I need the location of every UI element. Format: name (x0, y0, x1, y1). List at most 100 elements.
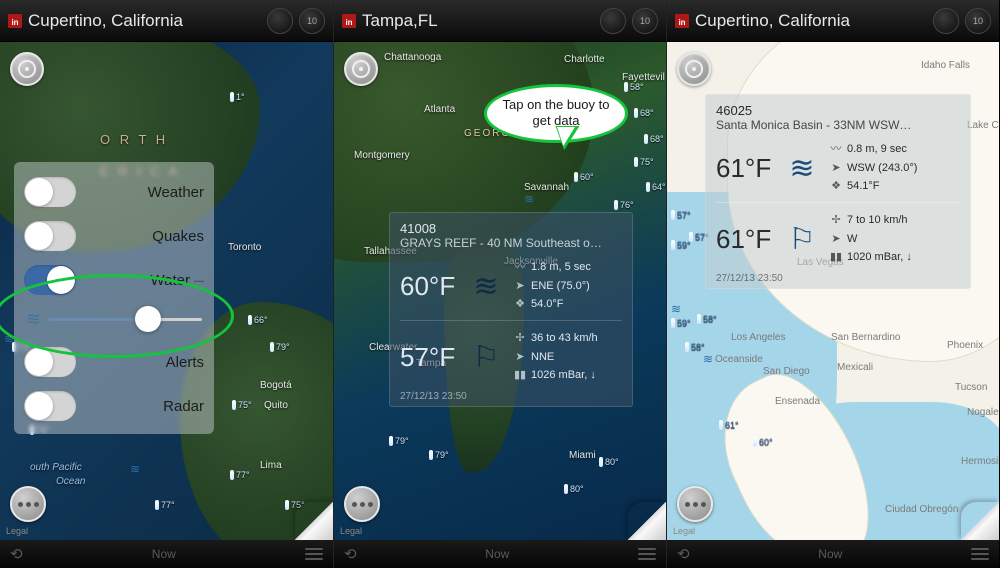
toggle-alerts[interactable] (24, 347, 76, 377)
page-curl[interactable] (295, 502, 333, 540)
temp-marker: 64° (646, 182, 666, 192)
map-label: Mexicali (837, 362, 873, 373)
wave-dir: WSW (243.0°) (847, 159, 917, 178)
waveform-icon: 〰 (514, 258, 526, 277)
location-title[interactable]: Tampa,FL (362, 11, 594, 31)
pressure: 1020 mBar, ↓ (847, 248, 912, 267)
buoy-water-section: 61°F ≋ 〰0.8 m, 9 sec ➤WSW (243.0°) ❖54.1… (716, 140, 960, 196)
wave-icon: ≋ (468, 269, 504, 304)
page-curl[interactable] (961, 502, 999, 540)
locate-button[interactable] (344, 52, 378, 86)
wind-dir: W (847, 230, 857, 249)
compass-icon: ➤ (514, 348, 526, 367)
temp-marker: 58° (624, 82, 644, 92)
temp-marker: 68° (634, 108, 654, 118)
temp-marker: 77° (230, 470, 250, 480)
legal-link[interactable]: Legal (340, 526, 362, 536)
layer-row-radar[interactable]: Radar (24, 384, 204, 428)
toggle-radar[interactable] (24, 391, 76, 421)
layer-row-weather[interactable]: Weather (24, 170, 204, 214)
layer-row-water[interactable]: Water– (24, 258, 204, 302)
locate-button[interactable] (677, 52, 711, 86)
temp-marker: 80° (599, 457, 619, 467)
droplet-icon: ❖ (830, 177, 842, 196)
layer-label: Quakes (152, 228, 204, 245)
water-opacity-slider[interactable]: ≋ (24, 302, 204, 340)
location-title[interactable]: Cupertino, California (28, 11, 261, 31)
buoy-water-section: 60°F ≋ 〰1.8 m, 5 sec ➤ENE (75.0°) ❖54.0°… (400, 258, 622, 314)
wave-icon: ≋ (784, 151, 820, 186)
toggle-quakes[interactable] (24, 221, 76, 251)
footer-now-label[interactable]: Now (818, 547, 842, 561)
calendar-dial-icon[interactable]: 10 (632, 8, 658, 34)
legal-link[interactable]: Legal (6, 526, 28, 536)
toggle-weather[interactable] (24, 177, 76, 207)
slider-thumb[interactable] (135, 306, 161, 332)
map[interactable]: O R T H E R I C A Toronto Bogotá Quito L… (0, 42, 333, 540)
layer-row-alerts[interactable]: Alerts (24, 340, 204, 384)
clock-dial-icon[interactable] (933, 8, 959, 34)
location-title[interactable]: Cupertino, California (695, 11, 927, 31)
layer-row-quakes[interactable]: Quakes (24, 214, 204, 258)
brand-icon: in (8, 14, 22, 28)
wind-speed: 36 to 43 km/h (531, 329, 598, 348)
toggle-water[interactable] (24, 265, 76, 295)
wind-icon: ✢ (830, 211, 842, 230)
legal-link[interactable]: Legal (673, 526, 695, 536)
temp-marker: 61° (719, 420, 739, 430)
footer-bar: ⟲ Now (0, 540, 333, 568)
menu-icon[interactable] (971, 548, 989, 560)
page-curl[interactable] (628, 502, 666, 540)
wind-dir: NNE (531, 348, 554, 367)
clock-dial-icon[interactable] (267, 8, 293, 34)
buoy-timestamp: 27/12/13 23:50 (400, 391, 622, 402)
calendar-dial-icon[interactable]: 10 (965, 8, 991, 34)
pressure-icon: ▮▮ (830, 248, 842, 267)
tutorial-bubble: Tap on the buoy to get data (484, 84, 628, 143)
wave-metric: 0.8 m, 9 sec (847, 140, 907, 159)
buoy-name: Santa Monica Basin - 33NM WSW… (716, 118, 960, 132)
buoy-card[interactable]: 41008 GRAYS REEF - 40 NM Southeast o… 60… (389, 212, 633, 407)
menu-icon[interactable] (638, 548, 656, 560)
map[interactable]: Chattanooga Charlotte Fayettevil Atlanta… (334, 42, 666, 540)
buoy-id: 41008 (400, 221, 622, 236)
compass-icon: ➤ (830, 159, 842, 178)
temp-marker: 68° (644, 134, 664, 144)
menu-icon[interactable] (305, 548, 323, 560)
wind-speed: 7 to 10 km/h (847, 211, 908, 230)
more-button[interactable] (10, 486, 46, 522)
more-button[interactable] (677, 486, 713, 522)
temp-marker: 60° (574, 172, 594, 182)
brand-icon: in (342, 14, 356, 28)
temp-marker: 80° (564, 484, 584, 494)
footer-now-label[interactable]: Now (152, 547, 176, 561)
layer-label: Water– (151, 270, 204, 291)
water-temp: 60°F (400, 271, 458, 302)
buoy-timestamp: 27/12/13 23:50 (716, 273, 960, 284)
water-temp: 61°F (716, 153, 774, 184)
temp-marker: 77° (155, 500, 175, 510)
brand-icon: in (675, 14, 689, 28)
buoy-air-section: 57°F ⚐ ✢36 to 43 km/h ➤NNE ▮▮1026 mBar, … (400, 329, 622, 385)
more-button[interactable] (344, 486, 380, 522)
temp-marker: 75° (232, 400, 252, 410)
refresh-icon[interactable]: ⟲ (10, 545, 23, 563)
map-label: Miami (569, 450, 596, 461)
buoy-name: GRAYS REEF - 40 NM Southeast o… (400, 236, 622, 250)
pressure: 1026 mBar, ↓ (531, 366, 596, 385)
footer-bar: ⟲ Now (334, 540, 666, 568)
layer-label: Weather (148, 184, 204, 201)
droplet-icon: ❖ (514, 295, 526, 314)
footer-now-label[interactable]: Now (485, 547, 509, 561)
refresh-icon[interactable]: ⟲ (344, 545, 357, 563)
calendar-dial-icon[interactable]: 10 (299, 8, 325, 34)
compass-icon: ➤ (830, 230, 842, 249)
buoy-card[interactable]: 46025 Santa Monica Basin - 33NM WSW… 61°… (705, 94, 971, 289)
locate-button[interactable] (10, 52, 44, 86)
buoy-id: 46025 (716, 103, 960, 118)
refresh-icon[interactable]: ⟲ (677, 545, 690, 563)
clock-dial-icon[interactable] (600, 8, 626, 34)
map[interactable]: Idaho Falls Lake Cit Las Vegas Los Angel… (667, 42, 999, 540)
wave-icon: ≋ (26, 309, 41, 330)
air-temp: 57°F (400, 342, 458, 373)
